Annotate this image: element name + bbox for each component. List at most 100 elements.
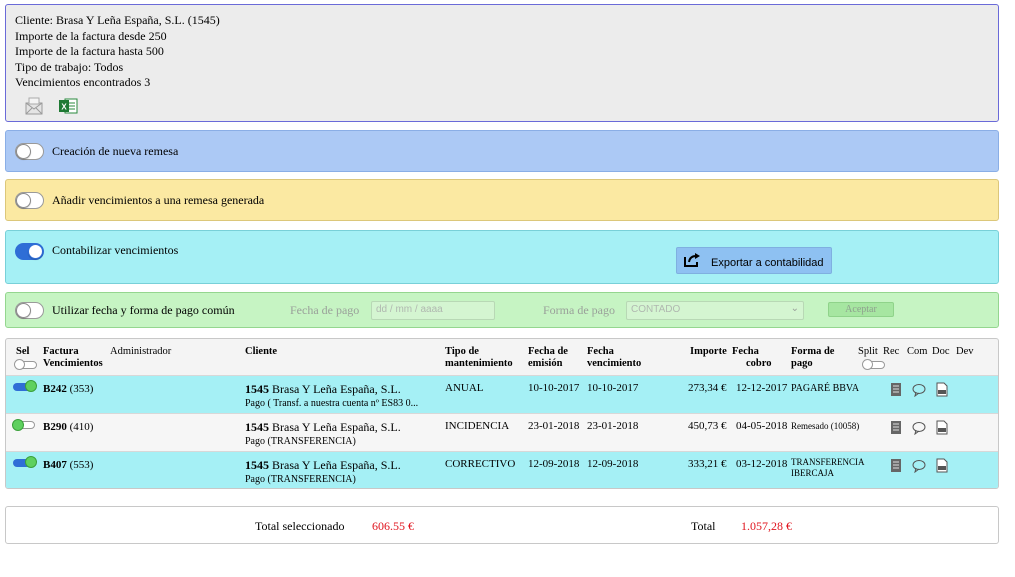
- nueva-remesa-label: Creación de nueva remesa: [52, 143, 179, 158]
- col-emision: Fecha de: [528, 346, 568, 357]
- anadir-remesa-label: Añadir vencimientos a una remesa generad…: [52, 192, 265, 207]
- receipt-icon[interactable]: [889, 420, 903, 435]
- col-administrador: Administrador: [110, 346, 172, 357]
- factura-cell: B407 (553): [43, 459, 94, 471]
- excel-icon[interactable]: X: [58, 97, 78, 115]
- contabilizar-label: Contabilizar vencimientos: [52, 243, 179, 257]
- total-label: Total: [691, 519, 716, 533]
- totals-bar: Total seleccionado 606.55 € Total 1.057,…: [5, 506, 999, 544]
- cobro-cell: 12-12-2017: [736, 382, 788, 394]
- col-tipo: Tipo de: [445, 346, 479, 357]
- aceptar-button[interactable]: Aceptar: [828, 302, 894, 317]
- comment-icon[interactable]: [912, 458, 926, 473]
- cliente-cell: 1545 Brasa Y Leña España, S.L.: [245, 420, 401, 434]
- total-seleccionado-value: 606.55 €: [372, 519, 414, 533]
- vencimientos-line: Vencimientos encontrados 3: [15, 75, 151, 89]
- cobro-cell: 04-05-2018: [736, 420, 788, 432]
- col-cobro: Fecha: [732, 346, 759, 357]
- anadir-remesa-toggle[interactable]: [15, 191, 44, 209]
- col-vencimiento-2: vencimiento: [587, 358, 642, 369]
- forma-cell: Remesado (10058): [791, 421, 860, 431]
- importe-desde-line: Importe de la factura desde 250: [15, 28, 167, 43]
- pago-cell: Pago ( Transf. a nuestra cuenta nº ES83 …: [245, 398, 419, 409]
- vencimiento-cell: 23-01-2018: [587, 420, 639, 432]
- col-cliente: Cliente: [245, 346, 278, 357]
- forma-pago-select[interactable]: CONTADO ⌄: [626, 301, 804, 320]
- col-cobro-2: cobro: [746, 358, 772, 369]
- col-factura: Factura: [43, 346, 79, 357]
- document-icon[interactable]: [935, 458, 949, 473]
- forma-cell-2: IBERCAJA: [791, 468, 835, 478]
- total-value: 1.057,28 €: [741, 519, 792, 533]
- emision-cell: 23-01-2018: [528, 420, 580, 432]
- row-select-toggle[interactable]: [13, 380, 37, 392]
- document-icon[interactable]: [935, 420, 949, 435]
- anadir-remesa-bar: Añadir vencimientos a una remesa generad…: [5, 179, 999, 221]
- factura-cell: B290 (410): [43, 421, 94, 433]
- col-com: Com: [907, 346, 928, 357]
- tipo-trabajo-line: Tipo de trabajo: Todos: [15, 59, 124, 74]
- search-summary-panel: Cliente: Brasa Y Leña España, S.L. (1545…: [5, 4, 999, 122]
- fecha-pago-label: Fecha de pago: [290, 303, 360, 317]
- receipt-icon[interactable]: [889, 382, 903, 397]
- total-seleccionado-label: Total seleccionado: [255, 519, 345, 533]
- export-icon: [684, 253, 700, 267]
- vencimientos-table: Sel Factura Vencimientos Administrador C…: [5, 338, 999, 489]
- fecha-comun-bar: Utilizar fecha y forma de pago común Fec…: [5, 292, 999, 328]
- forma-pago-value: CONTADO: [631, 304, 681, 315]
- fecha-comun-toggle[interactable]: [15, 301, 44, 319]
- nueva-remesa-bar: Creación de nueva remesa: [5, 130, 999, 172]
- cobro-cell: 03-12-2018: [736, 458, 788, 470]
- contabilizar-toggle[interactable]: [15, 243, 44, 260]
- vencimiento-cell: 10-10-2017: [587, 382, 639, 394]
- cliente-cell: 1545 Brasa Y Leña España, S.L.: [245, 382, 401, 396]
- col-forma: Forma de: [791, 346, 835, 357]
- table-row[interactable]: B407 (553) 1545 Brasa Y Leña España, S.L…: [6, 451, 998, 488]
- comment-icon[interactable]: [912, 382, 926, 397]
- col-rec: Rec: [883, 346, 900, 357]
- pago-cell: Pago (TRANSFERENCIA): [245, 474, 356, 485]
- chevron-down-icon: ⌄: [790, 303, 799, 314]
- factura-cell: B242 (353): [43, 383, 94, 395]
- col-importe: Importe: [690, 346, 727, 357]
- forma-cell: TRANSFERENCIA: [791, 457, 865, 467]
- vencimiento-cell: 12-09-2018: [587, 458, 639, 470]
- importe-cell: 333,21 €: [688, 458, 727, 470]
- row-select-toggle[interactable]: [13, 456, 37, 468]
- exportar-contabilidad-button[interactable]: Exportar a contabilidad: [676, 247, 832, 274]
- col-vencimientos: Vencimientos: [43, 358, 103, 369]
- nueva-remesa-toggle[interactable]: [15, 142, 44, 160]
- col-forma-2: pago: [791, 358, 813, 369]
- forma-cell: PAGARÉ BBVA: [791, 383, 860, 394]
- importe-hasta-line: Importe de la factura hasta 500: [15, 44, 164, 58]
- emision-cell: 12-09-2018: [528, 458, 580, 470]
- importe-cell: 273,34 €: [688, 382, 727, 394]
- cliente-cell: 1545 Brasa Y Leña España, S.L.: [245, 458, 401, 472]
- importe-cell: 450,73 €: [688, 420, 727, 432]
- contabilizar-bar: Contabilizar vencimientos Exportar a con…: [5, 230, 999, 284]
- col-dev: Dev: [956, 346, 974, 357]
- select-all-toggle[interactable]: [14, 359, 37, 370]
- col-emision-2: emisión: [528, 358, 563, 369]
- cliente-line: Cliente: Brasa Y Leña España, S.L. (1545…: [15, 13, 220, 27]
- receipt-icon[interactable]: [889, 458, 903, 473]
- pago-cell: Pago (TRANSFERENCIA): [245, 436, 356, 447]
- row-select-toggle[interactable]: [12, 419, 35, 431]
- col-doc: Doc: [932, 346, 950, 357]
- table-row[interactable]: B242 (353) 1545 Brasa Y Leña España, S.L…: [6, 375, 998, 413]
- tipo-cell: ANUAL: [445, 382, 484, 394]
- envelope-icon[interactable]: [24, 97, 44, 115]
- split-toggle[interactable]: [862, 359, 885, 370]
- svg-text:X: X: [61, 103, 67, 112]
- col-sel: Sel: [16, 346, 30, 357]
- col-tipo-2: mantenimiento: [445, 358, 513, 369]
- emision-cell: 10-10-2017: [528, 382, 580, 394]
- comment-icon[interactable]: [912, 420, 926, 435]
- fecha-comun-label: Utilizar fecha y forma de pago común: [52, 302, 235, 317]
- fecha-pago-input[interactable]: dd / mm / aaaa: [371, 301, 495, 320]
- tipo-cell: INCIDENCIA: [445, 420, 510, 432]
- document-icon[interactable]: [935, 382, 949, 397]
- table-row[interactable]: B290 (410) 1545 Brasa Y Leña España, S.L…: [6, 413, 998, 451]
- exportar-contabilidad-label: Exportar a contabilidad: [711, 257, 824, 269]
- col-split: Split: [858, 346, 878, 357]
